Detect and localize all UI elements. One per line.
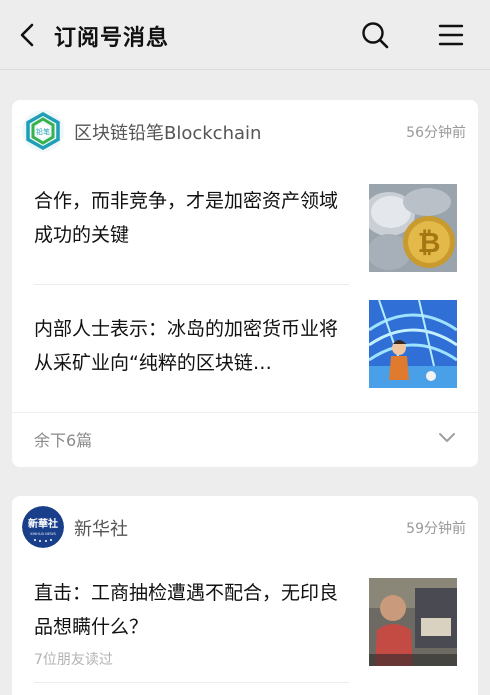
page-title: 订阅号消息	[54, 26, 170, 51]
article-title: 内部人士表示：冰岛的加密货币业将从采矿业向“纯粹的区块链…	[34, 318, 339, 374]
hamburger-menu-icon	[438, 24, 464, 46]
more-articles-row[interactable]: 余下6篇	[12, 412, 478, 467]
chevron-down-icon	[439, 433, 455, 442]
account-time: 59分钟前	[406, 521, 466, 537]
blockchain-logo: 铅笔	[22, 110, 64, 152]
article-title: 合作，而非竞争，才是加密资产领域成功的关键	[34, 190, 339, 246]
svg-text:₿: ₿	[418, 226, 441, 259]
article-thumbnail-illustration	[369, 300, 457, 388]
divider	[34, 682, 349, 683]
account-name: 区块链铅笔Blockchain	[74, 123, 262, 144]
account-header[interactable]: 新華社 XINHUA NEWS 新华社 59分钟前	[12, 496, 478, 558]
logo-subtext: XINHUA NEWS	[30, 532, 57, 536]
logo-text: 铅笔	[36, 127, 50, 136]
logo-text: 新華社	[28, 517, 58, 530]
xinhua-logo: 新華社 XINHUA NEWS	[22, 506, 64, 548]
account-card-blockchain: 铅笔 区块链铅笔Blockchain 56分钟前 合作，而非竞争，才是加密资产领…	[12, 100, 478, 467]
article-thumbnail-bitcoin: ₿	[369, 184, 457, 272]
search-button[interactable]	[360, 20, 390, 50]
top-bar: 订阅号消息	[0, 0, 490, 70]
more-articles-label: 余下6篇	[34, 431, 93, 450]
friends-read-count: 7位朋友读过	[34, 652, 113, 668]
account-name: 新华社	[74, 519, 128, 540]
article-item[interactable]: 合作，而非竞争，才是加密资产领域成功的关键 ₿	[12, 184, 478, 272]
account-card-xinhua: 新華社 XINHUA NEWS 新华社 59分钟前 直击：工商抽检遭遇不配合，无…	[12, 496, 478, 695]
account-time: 56分钟前	[406, 125, 466, 141]
divider	[34, 284, 349, 285]
menu-button[interactable]	[436, 20, 466, 50]
article-item[interactable]: 内部人士表示：冰岛的加密货币业将从采矿业向“纯粹的区块链…	[12, 300, 478, 388]
back-button[interactable]	[14, 20, 42, 50]
account-header[interactable]: 铅笔 区块链铅笔Blockchain 56分钟前	[12, 100, 478, 162]
article-thumbnail-photo	[369, 578, 457, 666]
article-title: 直击：工商抽检遭遇不配合，无印良品想瞒什么？	[34, 582, 339, 638]
search-icon	[362, 22, 389, 49]
chevron-left-icon	[20, 23, 34, 47]
